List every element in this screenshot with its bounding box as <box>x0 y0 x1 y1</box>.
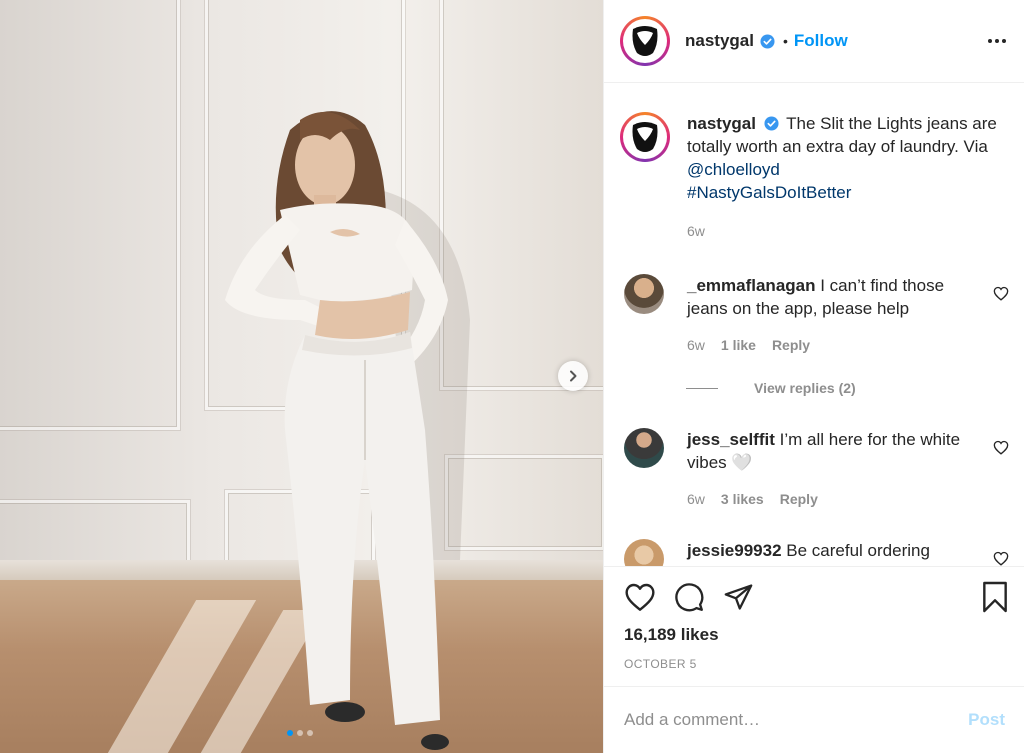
carousel-dot <box>297 730 303 736</box>
separator: • <box>782 33 788 49</box>
model-figure <box>225 111 470 750</box>
caption-mention-link[interactable]: @chloelloyd <box>687 160 780 179</box>
avatar[interactable] <box>620 112 670 162</box>
reply-button[interactable]: Reply <box>772 334 810 357</box>
like-heart-icon[interactable] <box>624 582 656 612</box>
comment-icon[interactable] <box>674 582 705 613</box>
comment-username[interactable]: jessie99932 <box>687 541 782 560</box>
caption-hashtag-link[interactable]: #NastyGalsDoItBetter <box>687 183 851 202</box>
follow-button[interactable]: Follow <box>794 31 848 51</box>
post-caption: nastygal The Slit the Lights jeans are t… <box>620 112 1015 243</box>
post-actions: 16,189 likes OCTOBER 5 <box>604 566 1024 686</box>
verified-badge-icon <box>760 33 775 49</box>
carousel-indicator <box>287 730 313 736</box>
comment-age: 6w <box>687 337 705 353</box>
comment-age: 6w <box>687 491 705 507</box>
commenter-avatar[interactable] <box>624 428 664 468</box>
comment-item: jessie99932 Be careful ordering <box>624 539 1009 566</box>
verified-badge-icon <box>764 116 779 131</box>
view-replies-button[interactable]: View replies (2) <box>686 380 856 396</box>
comment-input[interactable] <box>624 710 969 730</box>
carousel-dot <box>307 730 313 736</box>
comment-item: jess_selffit I’m all here for the white … <box>624 428 1009 511</box>
post-media[interactable] <box>0 0 603 753</box>
comment-text: Be careful ordering <box>786 541 930 560</box>
next-slide-button[interactable] <box>558 361 588 391</box>
like-comment-heart-icon[interactable] <box>993 551 1009 566</box>
view-replies-label: View replies (2) <box>754 380 856 396</box>
chevron-right-icon <box>570 370 577 382</box>
more-options-icon[interactable] <box>988 39 1006 43</box>
comment-item: _emmaflanagan I can’t find those jeans o… <box>624 274 1009 357</box>
likes-count[interactable]: 16,189 likes <box>624 625 719 645</box>
comment-username[interactable]: jess_selffit <box>687 430 775 449</box>
post-comment-button[interactable]: Post <box>968 710 1005 730</box>
post-username[interactable]: nastygal <box>685 31 754 51</box>
caption-age: 6w <box>687 223 705 239</box>
reply-button[interactable]: Reply <box>780 488 818 511</box>
brand-logo-icon <box>632 122 658 152</box>
bookmark-icon[interactable] <box>981 581 1009 613</box>
avatar[interactable] <box>620 16 670 66</box>
commenter-avatar[interactable] <box>624 539 664 566</box>
comment-username[interactable]: _emmaflanagan <box>687 276 816 295</box>
like-comment-heart-icon[interactable] <box>993 286 1009 306</box>
comments-list[interactable]: nastygal The Slit the Lights jeans are t… <box>604 84 1024 566</box>
like-comment-heart-icon[interactable] <box>993 440 1009 460</box>
comment-likes[interactable]: 3 likes <box>721 488 764 511</box>
post-header: nastygal • Follow <box>604 0 1024 83</box>
post-date: OCTOBER 5 <box>624 657 697 671</box>
caption-username[interactable]: nastygal <box>687 114 756 133</box>
post-side-panel: nastygal • Follow nastygal The Slit the … <box>603 0 1024 753</box>
share-icon[interactable] <box>723 583 754 611</box>
brand-logo-icon <box>632 26 658 56</box>
carousel-dot <box>287 730 293 736</box>
commenter-avatar[interactable] <box>624 274 664 314</box>
add-comment-bar: Post <box>604 686 1024 753</box>
comment-likes[interactable]: 1 like <box>721 334 756 357</box>
